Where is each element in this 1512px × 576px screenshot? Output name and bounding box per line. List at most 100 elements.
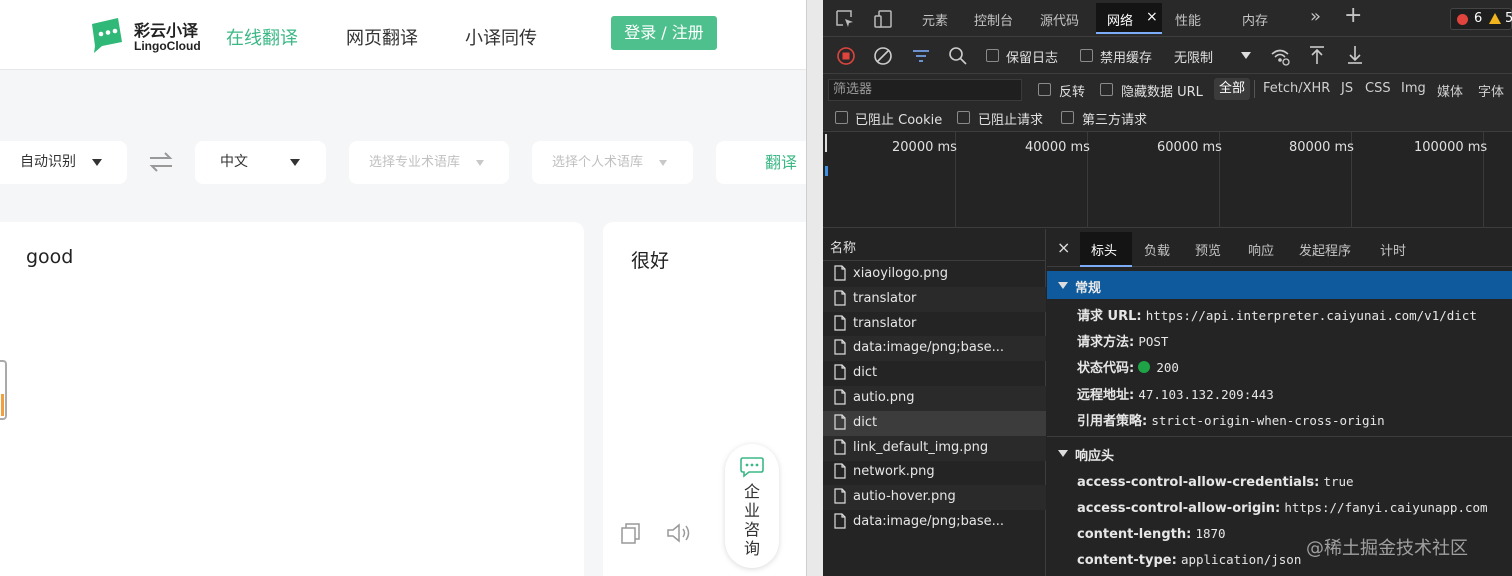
enterprise-consult-label: 企业咨询: [743, 482, 760, 558]
type-filter-fetch-xhr[interactable]: Fetch/XHR: [1263, 81, 1330, 96]
pro-glossary-select[interactable]: 选择专业术语库: [349, 141, 509, 184]
network-timeline[interactable]: 20000 ms 40000 ms 60000 ms 80000 ms 1000…: [823, 132, 1512, 228]
tab-network-label: 网络: [1107, 14, 1134, 29]
request-row[interactable]: translator: [823, 286, 1046, 312]
translate-button[interactable]: 翻译: [716, 141, 806, 184]
device-toolbar-icon[interactable]: [873, 9, 893, 29]
type-filter-all[interactable]: 全部: [1214, 78, 1250, 100]
search-icon[interactable]: [948, 46, 968, 66]
tab-memory[interactable]: 内存: [1242, 10, 1268, 29]
tab-initiator[interactable]: 发起程序: [1299, 240, 1351, 259]
watermark: @稀土掘金技术社区: [1306, 538, 1468, 559]
response-header-row: access-control-allow-credentials: true: [1077, 474, 1354, 490]
tab-response[interactable]: 响应: [1248, 240, 1274, 259]
header-value[interactable]: 200: [1156, 360, 1179, 375]
disable-cache-checkbox[interactable]: [1080, 49, 1093, 62]
third-party-checkbox[interactable]: [1061, 111, 1074, 124]
response-header-row: content-length: 1870: [1077, 526, 1226, 542]
header-value[interactable]: POST: [1138, 334, 1168, 349]
source-text[interactable]: good: [26, 246, 73, 268]
hide-data-urls-checkbox[interactable]: [1100, 83, 1113, 96]
request-row[interactable]: autio-hover.png: [823, 485, 1046, 511]
speaker-icon[interactable]: [666, 522, 692, 544]
request-row[interactable]: data:image/png;base...: [823, 510, 1046, 535]
login-button[interactable]: 登录 / 注册: [611, 16, 717, 50]
header-value[interactable]: strict-origin-when-cross-origin: [1151, 413, 1384, 428]
more-tabs-icon[interactable]: »: [1310, 6, 1321, 27]
invert-label: 反转: [1059, 85, 1086, 100]
tab-payload[interactable]: 负载: [1144, 240, 1170, 259]
timeline-bar: [825, 166, 828, 176]
nav-online-translate[interactable]: 在线翻译: [226, 24, 298, 50]
inspect-element-icon[interactable]: [835, 9, 855, 29]
throttle-select[interactable]: 无限制: [1174, 47, 1213, 66]
filter-input[interactable]: 筛选器: [828, 79, 1022, 101]
nav-web-translate[interactable]: 网页翻译: [346, 24, 418, 50]
header-value[interactable]: application/json: [1181, 552, 1301, 567]
header-value[interactable]: https://fanyi.caiyunapp.com: [1284, 500, 1487, 515]
request-row[interactable]: data:image/png;base...: [823, 336, 1046, 362]
type-filter-font[interactable]: 字体: [1478, 81, 1504, 100]
request-row[interactable]: translator: [823, 312, 1046, 337]
upload-icon[interactable]: [1307, 45, 1327, 65]
tab-sources[interactable]: 源代码: [1040, 10, 1079, 29]
blocked-cookies-checkbox[interactable]: [835, 111, 848, 124]
header-value[interactable]: 1870: [1195, 526, 1225, 541]
request-detail: × 标头 负载 预览 响应 发起程序 计时 常规 请求 URL: https:/…: [1047, 229, 1512, 576]
type-filter-img[interactable]: Img: [1401, 81, 1426, 96]
swap-languages-icon[interactable]: [148, 150, 174, 174]
tab-elements[interactable]: 元素: [922, 10, 948, 29]
request-row[interactable]: dict: [823, 410, 1046, 436]
nav-simultaneous[interactable]: 小译同传: [465, 24, 537, 50]
request-row[interactable]: autio.png: [823, 386, 1046, 411]
type-filter-js[interactable]: JS: [1341, 81, 1353, 96]
enterprise-consult-button[interactable]: 企业咨询: [725, 444, 779, 568]
type-filter-media[interactable]: 媒体: [1437, 81, 1463, 100]
network-conditions-icon[interactable]: [1270, 46, 1290, 66]
close-icon[interactable]: ×: [1057, 238, 1070, 257]
chevron-down-icon: [659, 160, 667, 166]
target-language-select[interactable]: 中文: [195, 141, 326, 184]
request-row[interactable]: dict: [823, 361, 1046, 386]
chevron-down-icon[interactable]: [1241, 52, 1251, 59]
header-value[interactable]: https://api.interpreter.caiyunai.com/v1/…: [1146, 308, 1477, 323]
page-scrollbar[interactable]: [806, 0, 823, 576]
request-row[interactable]: link_default_img.png: [823, 435, 1046, 461]
header-value[interactable]: 47.103.132.209:443: [1138, 387, 1273, 402]
record-stop-icon[interactable]: [836, 46, 856, 66]
invert-checkbox[interactable]: [1038, 83, 1051, 96]
request-name: link_default_img.png: [853, 439, 989, 455]
download-icon[interactable]: [1345, 45, 1365, 65]
chevron-down-icon: [476, 160, 484, 166]
tab-performance[interactable]: 性能: [1175, 10, 1201, 29]
translator-app: 彩云小译 LingoCloud 在线翻译 网页翻译 小译同传 登录 / 注册 自…: [0, 0, 806, 576]
source-language-select[interactable]: 自动识别: [0, 141, 127, 184]
personal-glossary-select[interactable]: 选择个人术语库: [532, 141, 693, 184]
request-row[interactable]: network.png: [823, 460, 1046, 485]
tab-console[interactable]: 控制台: [974, 10, 1013, 29]
names-column-header[interactable]: 名称: [823, 229, 1046, 261]
type-filter-css[interactable]: CSS: [1365, 81, 1391, 96]
blocked-requests-checkbox[interactable]: [957, 111, 970, 124]
file-icon: [834, 389, 846, 405]
source-text-panel[interactable]: good: [0, 222, 584, 576]
logo[interactable]: 彩云小译 LingoCloud: [88, 14, 208, 58]
tab-preview[interactable]: 预览: [1195, 240, 1221, 259]
preserve-log-checkbox[interactable]: [986, 49, 999, 62]
timeline-tick: 100000 ms: [1414, 140, 1488, 155]
tab-timing[interactable]: 计时: [1380, 240, 1406, 259]
logo-subtitle: LingoCloud: [134, 39, 201, 53]
copy-icon[interactable]: [620, 522, 642, 544]
request-row[interactable]: xiaoyilogo.png: [823, 262, 1046, 287]
close-icon[interactable]: ×: [1146, 9, 1158, 25]
section-general-header[interactable]: 常规: [1047, 271, 1512, 299]
add-tab-icon[interactable]: +: [1344, 3, 1362, 28]
header-value[interactable]: true: [1323, 474, 1353, 489]
scroll-handle[interactable]: [0, 360, 7, 420]
filter-icon[interactable]: [911, 46, 931, 66]
app-header: 彩云小译 LingoCloud 在线翻译 网页翻译 小译同传 登录 / 注册: [0, 0, 806, 70]
clear-icon[interactable]: [873, 46, 893, 66]
issues-counter[interactable]: 6 5: [1450, 8, 1512, 30]
timeline-tick: 80000 ms: [1289, 140, 1354, 155]
section-response-headers-header[interactable]: 响应头: [1047, 439, 1512, 467]
